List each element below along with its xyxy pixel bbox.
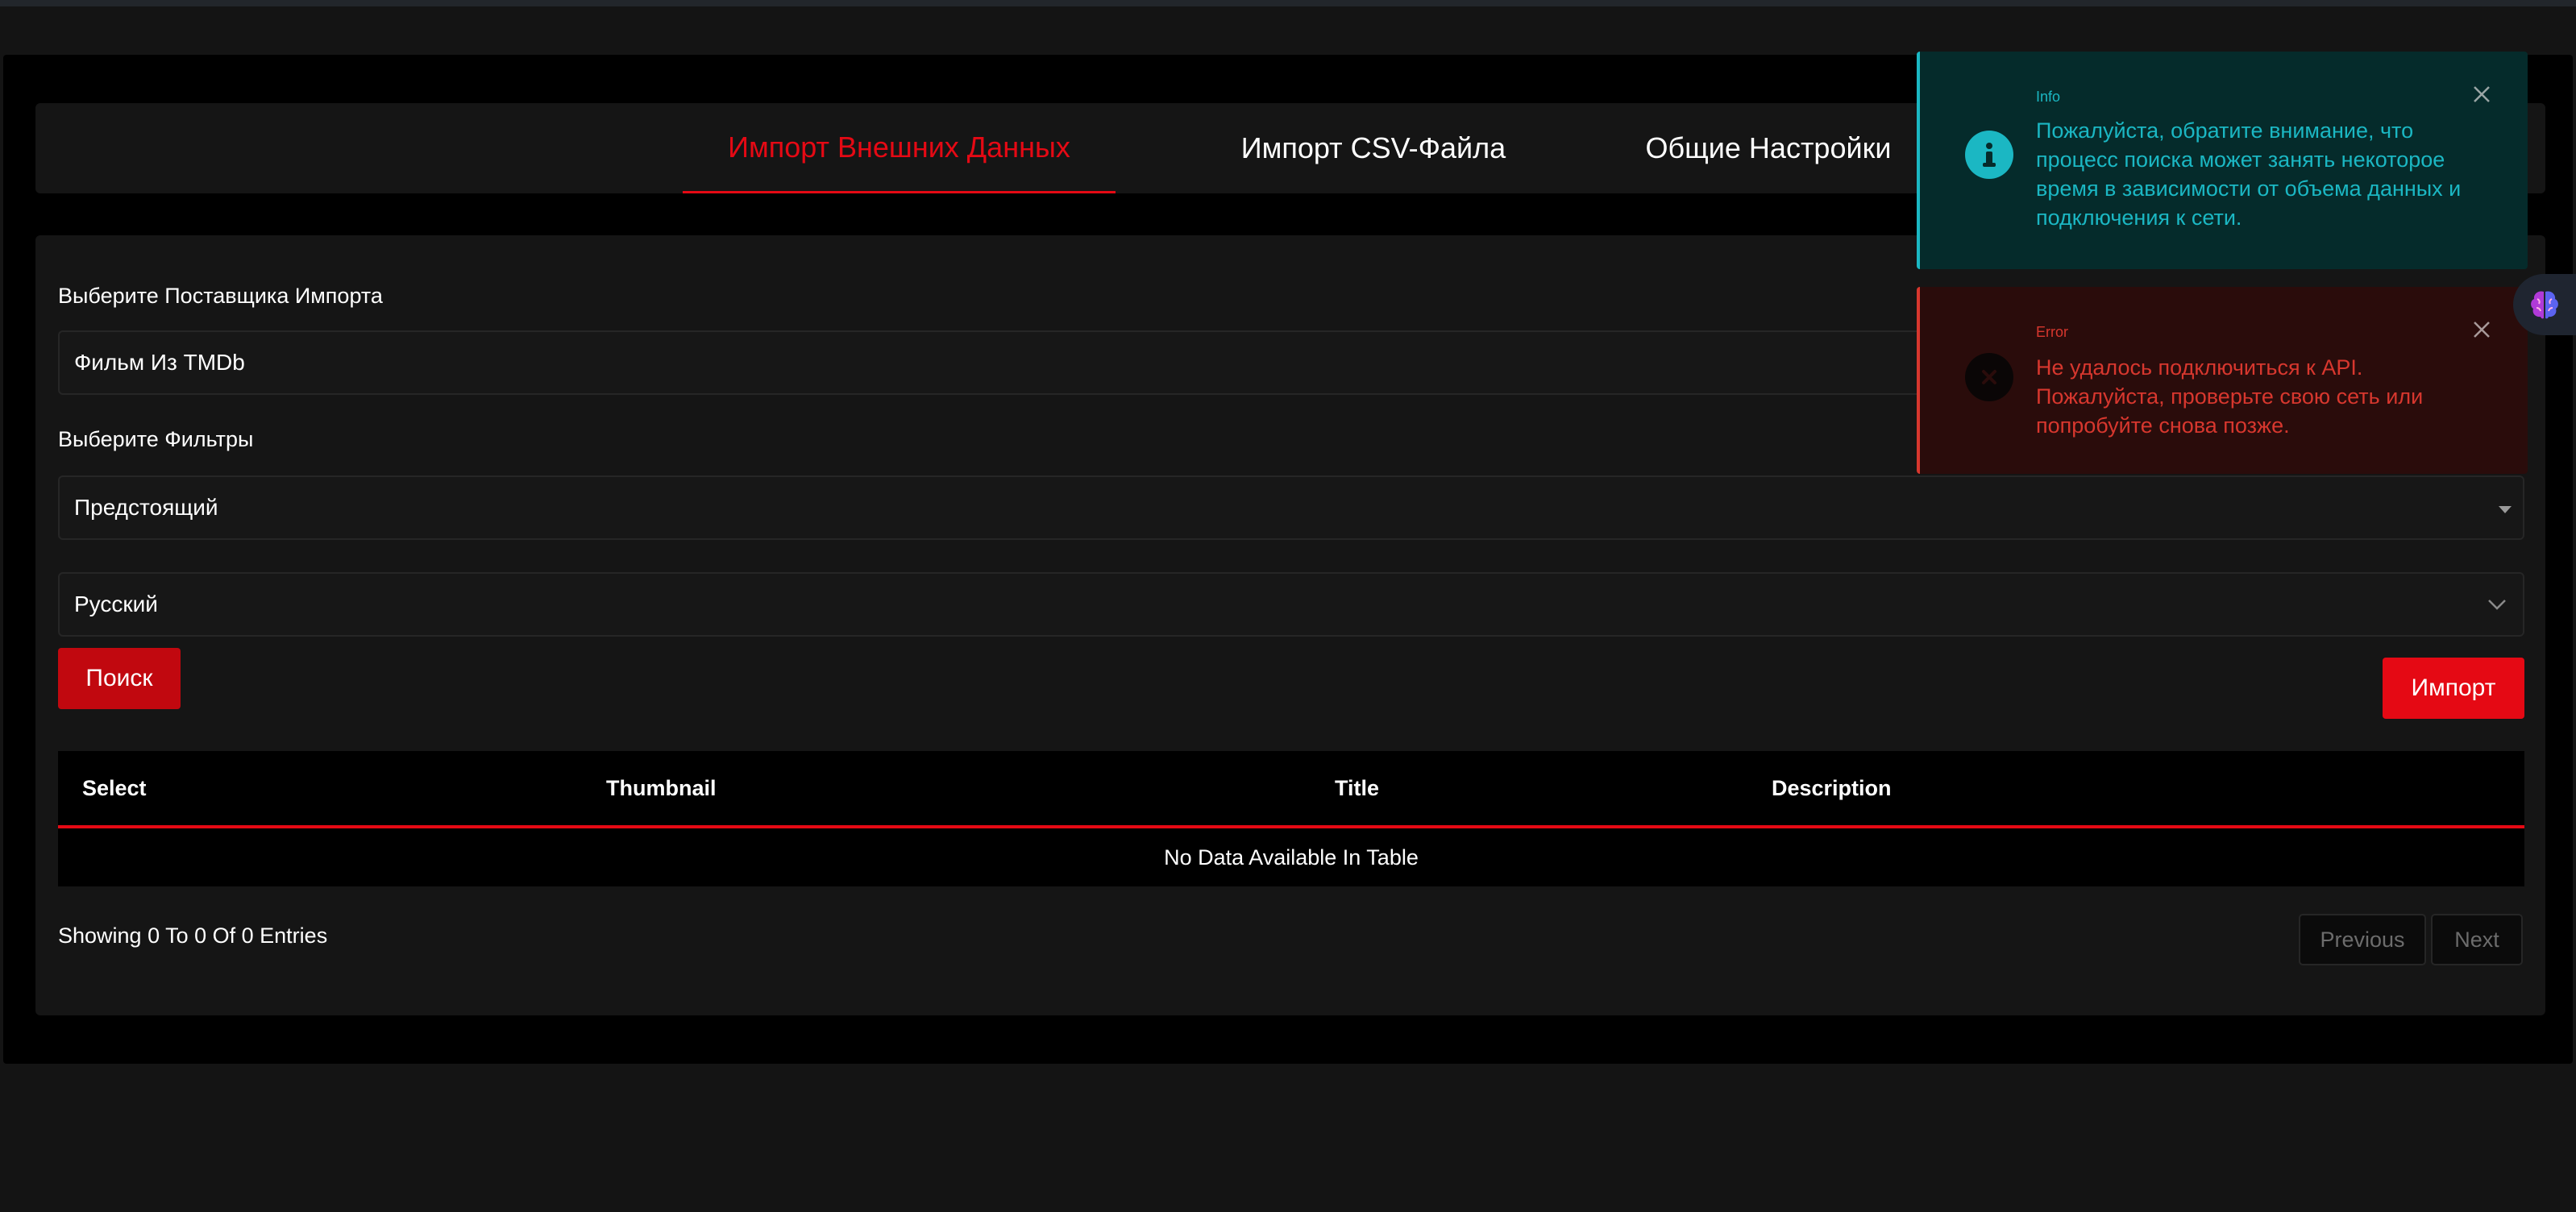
info-toast: Info Пожалуйста, обратите внимание, что … [1917, 52, 2528, 269]
import-button[interactable]: Импорт [2383, 658, 2524, 719]
tab-csv-import[interactable]: Импорт CSV-Файла [1164, 103, 1583, 193]
close-icon[interactable] [2471, 319, 2492, 340]
error-toast: Error Не удалось подключиться к API. Пож… [1917, 287, 2528, 474]
filters-label: Выберите Фильтры [58, 427, 254, 451]
provider-value: Фильм Из TMDb [74, 350, 245, 375]
filter-value: Предстоящий [74, 495, 218, 520]
language-select[interactable]: Русский [58, 572, 2524, 637]
info-toast-message: Пожалуйста, обратите внимание, что проце… [2036, 118, 2462, 230]
previous-button[interactable]: Previous [2299, 914, 2426, 965]
brain-icon [2531, 291, 2558, 319]
error-toast-message: Не удалось подключиться к API. Пожалуйст… [2036, 355, 2424, 438]
x-circle-icon [1965, 353, 2013, 401]
top-strip [0, 0, 2576, 6]
error-toast-title: Error [2036, 324, 2068, 340]
filter-select[interactable]: Предстоящий [58, 475, 2524, 540]
column-select[interactable]: Select [82, 751, 147, 825]
tab-external-import[interactable]: Импорт Внешних Данных [683, 103, 1116, 193]
provider-label: Выберите Поставщика Импорта [58, 284, 383, 308]
table-header: Select Thumbnail Title Description [58, 751, 2524, 828]
search-button[interactable]: Поиск [58, 648, 181, 709]
info-circle-icon [1965, 131, 2013, 179]
tab-general-settings[interactable]: Общие Настройки [1567, 103, 1970, 193]
empty-table-message: No Data Available In Table [1164, 845, 1419, 870]
caret-down-icon [2499, 506, 2512, 513]
info-toast-title: Info [2036, 89, 2061, 105]
results-table: Select Thumbnail Title Description No Da… [58, 751, 2524, 886]
next-button[interactable]: Next [2431, 914, 2523, 965]
column-description[interactable]: Description [1772, 751, 1892, 825]
table-info: Showing 0 To 0 Of 0 Entries [58, 924, 328, 948]
chevron-down-icon [2488, 600, 2506, 610]
language-value: Русский [74, 591, 158, 616]
close-icon[interactable] [2471, 84, 2492, 105]
assistant-widget-button[interactable] [2513, 274, 2576, 335]
column-title[interactable]: Title [1335, 751, 1379, 825]
column-thumbnail[interactable]: Thumbnail [606, 751, 717, 825]
